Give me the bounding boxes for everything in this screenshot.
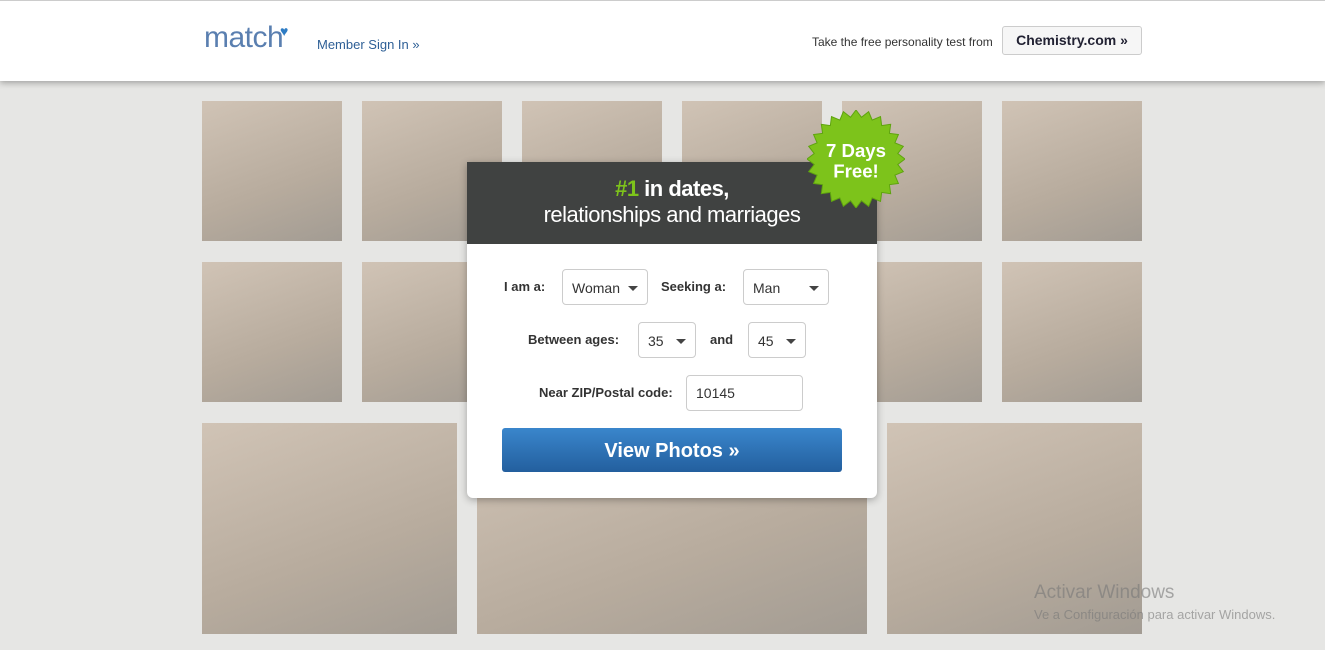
chevron-down-icon: [809, 286, 819, 291]
badge-line2: Free!: [833, 161, 879, 182]
seeking-label: Seeking a:: [661, 279, 727, 294]
chevron-down-icon: [786, 339, 796, 344]
chevron-down-icon: [676, 339, 686, 344]
header: match ♥ Member Sign In » Take the free p…: [0, 0, 1325, 81]
seeking-value: Man: [753, 280, 781, 296]
search-panel: #1 in dates, relationships and marriages…: [467, 162, 877, 498]
windows-watermark-title: Activar Windows: [1034, 582, 1175, 603]
age-max-select[interactable]: 45: [748, 322, 806, 358]
member-sign-in-link[interactable]: Member Sign In »: [317, 37, 420, 52]
windows-watermark-text: Ve a Configuración para activar Windows.: [1034, 607, 1276, 622]
age-max-value: 45: [758, 333, 774, 349]
promo-text: Take the free personality test from: [812, 35, 993, 49]
view-photos-button[interactable]: View Photos »: [502, 428, 842, 472]
seven-days-free-badge: 7 Days Free!: [807, 110, 905, 208]
age-min-select[interactable]: 35: [638, 322, 696, 358]
ages-label: Between ages:: [528, 332, 620, 347]
headline: in dates,: [638, 176, 729, 201]
badge-line1: 7 Days: [826, 140, 886, 161]
member-photo: [1002, 262, 1142, 402]
member-photo: [202, 101, 342, 241]
member-photo: [1002, 101, 1142, 241]
age-min-value: 35: [648, 333, 664, 349]
and-label: and: [710, 332, 734, 347]
match-logo[interactable]: match: [204, 21, 284, 55]
headline-accent: #1: [615, 176, 639, 201]
i-am-select[interactable]: Woman: [562, 269, 648, 305]
chevron-down-icon: [628, 286, 638, 291]
chemistry-button[interactable]: Chemistry.com »: [1002, 26, 1142, 55]
heart-icon: ♥: [280, 23, 289, 39]
member-photo: [202, 423, 457, 634]
i-am-label: I am a:: [504, 279, 546, 294]
seeking-select[interactable]: Man: [743, 269, 829, 305]
zip-input[interactable]: [686, 375, 803, 411]
i-am-value: Woman: [572, 280, 620, 296]
zip-label: Near ZIP/Postal code:: [539, 385, 673, 400]
member-photo: [202, 262, 342, 402]
